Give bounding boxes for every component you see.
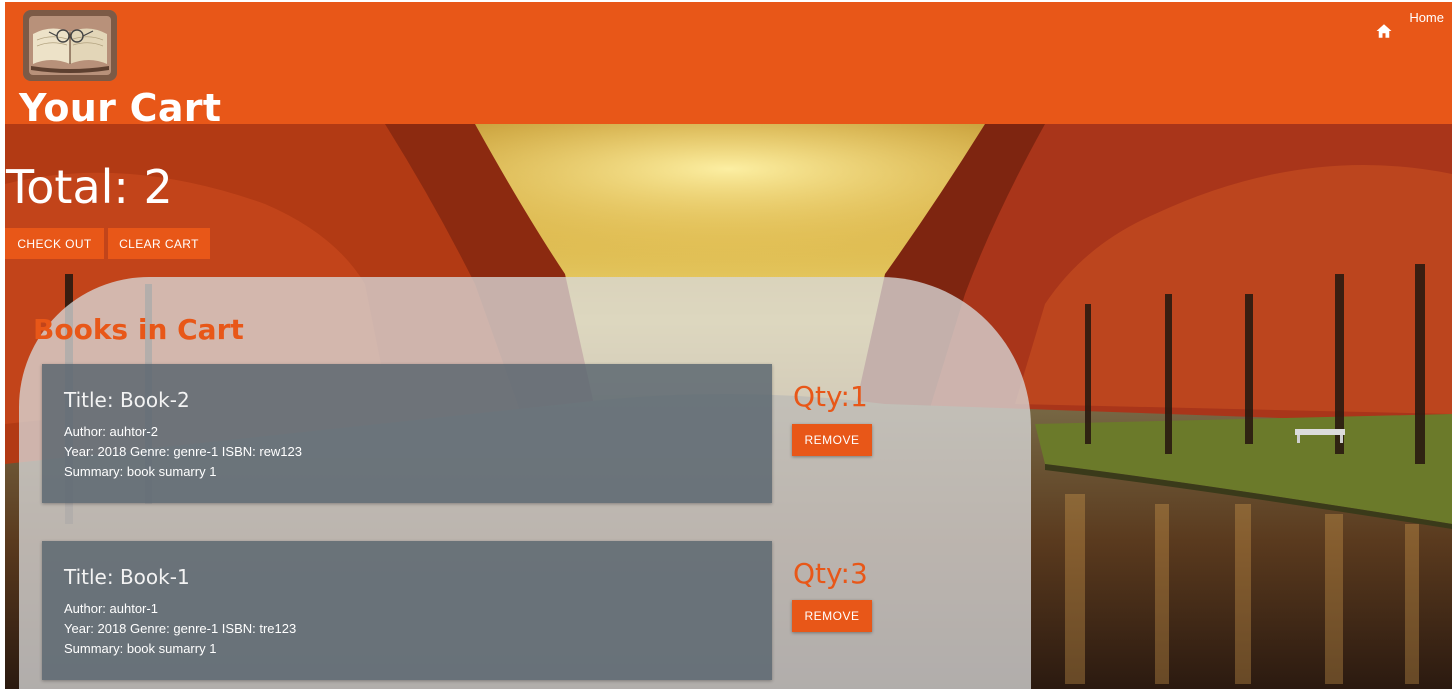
book-quantity: Qty:3 (793, 557, 868, 590)
home-icon (1376, 24, 1392, 38)
book-card: Title: Book-1 Author: auhtor-1 Year: 201… (42, 541, 772, 680)
book-quantity: Qty:1 (793, 380, 868, 413)
home-label: Home (1409, 10, 1444, 25)
open-book-icon[interactable] (23, 10, 117, 81)
book-title: Title: Book-1 (64, 565, 190, 589)
app-header: Your Cart Home (5, 2, 1452, 128)
cart-total: Total: 2 (6, 160, 173, 214)
book-summary: Summary: book sumarry 1 (64, 641, 217, 656)
books-in-cart-heading: Books in Cart (33, 313, 244, 346)
clear-cart-button[interactable]: CLEAR CART (108, 228, 210, 259)
page-title: Your Cart (19, 86, 222, 130)
book-author: Author: auhtor-1 (64, 601, 158, 616)
book-details: Year: 2018 Genre: genre-1 ISBN: rew123 (64, 444, 302, 459)
book-title: Title: Book-2 (64, 388, 190, 412)
check-out-button[interactable]: CHECK OUT (5, 228, 104, 259)
remove-book-button[interactable]: REMOVE (792, 600, 872, 632)
remove-book-button[interactable]: REMOVE (792, 424, 872, 456)
book-details: Year: 2018 Genre: genre-1 ISBN: tre123 (64, 621, 297, 636)
book-author: Author: auhtor-2 (64, 424, 158, 439)
home-link[interactable]: Home (1375, 10, 1444, 40)
book-summary: Summary: book sumarry 1 (64, 464, 217, 479)
book-card: Title: Book-2 Author: auhtor-2 Year: 201… (42, 364, 772, 503)
